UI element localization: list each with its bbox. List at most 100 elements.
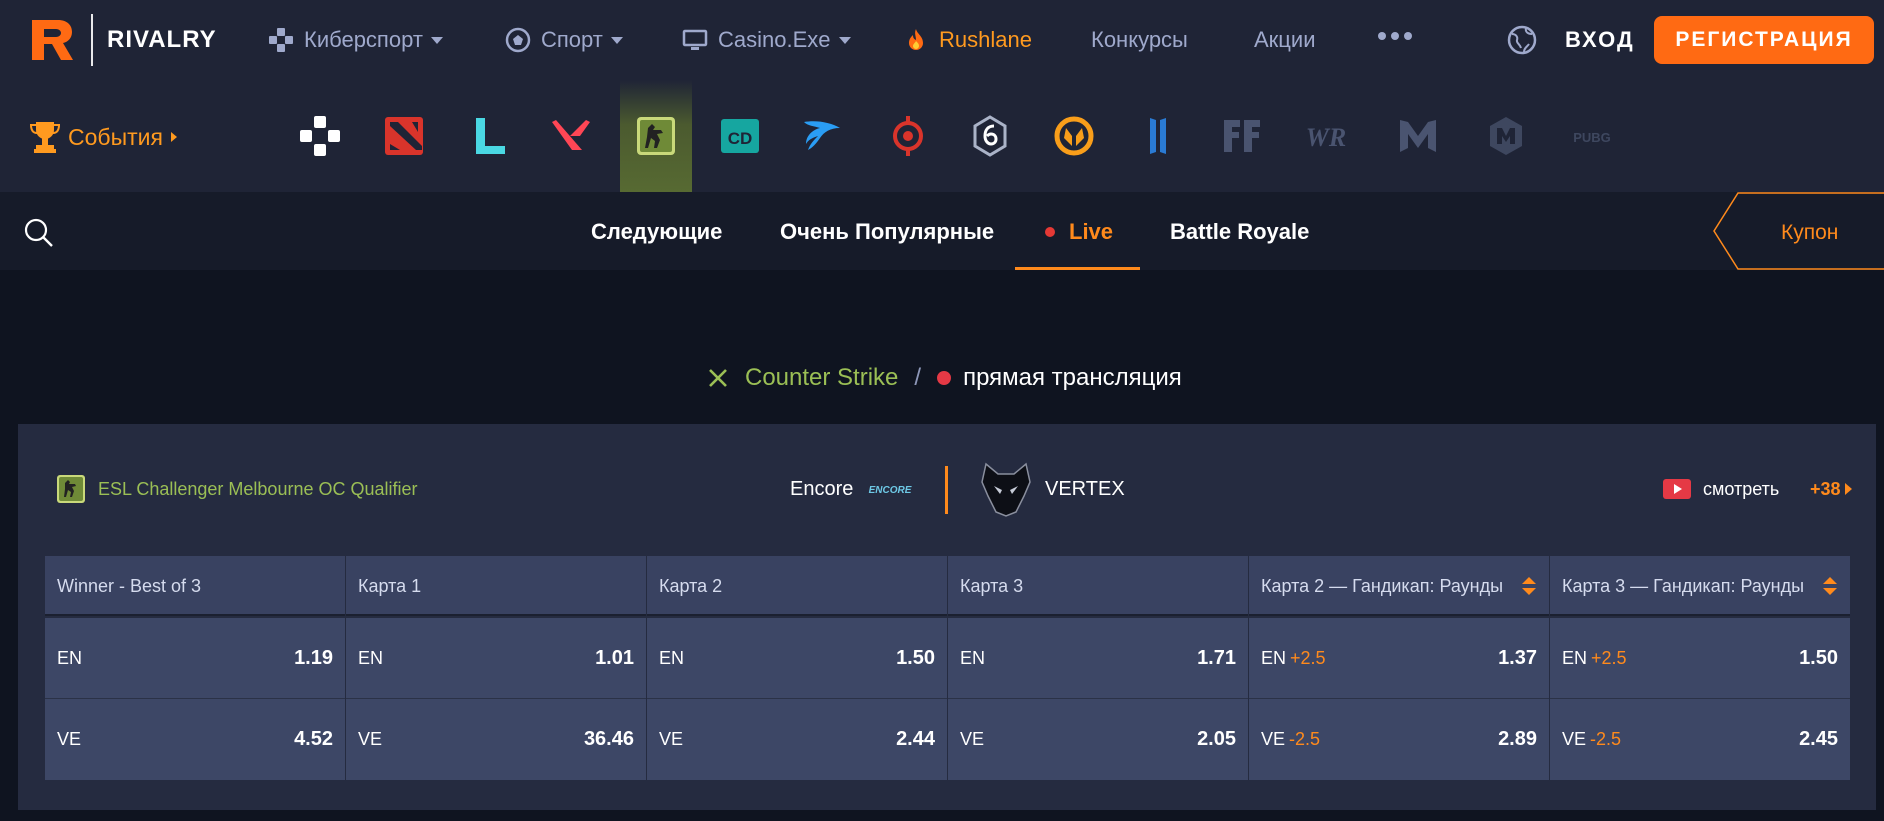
tab-next[interactable]: Следующие	[591, 218, 722, 246]
market-title: Карта 3 — Гандикап: Раунды	[1562, 576, 1805, 596]
tab-very-popular[interactable]: Очень Популярные	[780, 218, 994, 246]
game-king-of-glory[interactable]	[872, 80, 944, 192]
globe-icon[interactable]	[1506, 24, 1538, 56]
odds-value: 36.46	[583, 728, 634, 750]
active-tab-indicator	[1015, 267, 1140, 270]
events-menu[interactable]: События	[30, 120, 177, 154]
nav-sport-label: Спорт	[541, 27, 603, 52]
nav-rushlane[interactable]: Rushlane	[903, 26, 1032, 54]
encore-logo: ENCORE	[869, 485, 912, 496]
nav-rushlane-label: Rushlane	[939, 27, 1032, 52]
vertex-logo	[981, 462, 1031, 517]
game-rainbow-six[interactable]	[954, 80, 1026, 192]
live-dot-icon	[937, 371, 952, 385]
tab-live[interactable]: Live	[1045, 218, 1113, 246]
search-icon[interactable]	[24, 218, 54, 248]
tab-battle-royale[interactable]: Battle Royale	[1170, 218, 1309, 246]
odds-cell[interactable]: EN 1.50	[647, 618, 947, 699]
odds-cell[interactable]: VE -2.5 2.89	[1249, 699, 1549, 780]
odds-cell[interactable]: VE 2.44	[647, 699, 947, 780]
team2-name: VERTEX	[1045, 478, 1125, 500]
outcome-label: VE	[960, 729, 985, 749]
rocket-league-icon	[804, 121, 840, 150]
odds-value: 2.44	[896, 728, 935, 750]
sort-icon[interactable]	[1822, 576, 1838, 596]
more-markets-link[interactable]: +38	[1810, 478, 1852, 500]
game-call-of-duty[interactable]: CD	[704, 80, 776, 192]
odds-cell[interactable]: VE 4.52	[45, 699, 345, 780]
odds-cell[interactable]: EN 1.01	[346, 618, 646, 699]
game-free-fire[interactable]	[1206, 80, 1278, 192]
odds-cell[interactable]: VE -2.5 2.45	[1550, 699, 1850, 780]
watch-stream-button[interactable]: смотреть	[1663, 478, 1779, 500]
odds-cell[interactable]: EN 1.71	[948, 618, 1248, 699]
game-dota-2[interactable]	[368, 80, 440, 192]
odds-value: 4.52	[294, 728, 333, 750]
breadcrumb-sport[interactable]: Counter Strike	[745, 363, 898, 393]
close-icon[interactable]	[707, 367, 729, 389]
versus-divider	[945, 466, 948, 514]
logo-divider	[91, 14, 93, 66]
market-header: Карта 1	[346, 556, 646, 616]
nav-casino[interactable]: Casino.Exe	[682, 26, 851, 54]
outcome-label: VE	[57, 729, 82, 749]
nav-esports[interactable]: Киберспорт	[268, 26, 443, 54]
market-header: Карта 3 — Гандикап: Раунды	[1550, 556, 1850, 616]
game-mobile-legends[interactable]	[1382, 80, 1454, 192]
logo-text[interactable]: RIVALRY	[107, 26, 217, 54]
game-pubg[interactable]: PUBG	[1556, 80, 1628, 192]
rivalry-logo[interactable]	[28, 16, 76, 64]
league-link[interactable]: ESL Challenger Melbourne OC Qualifier	[56, 474, 418, 504]
chevron-right-icon	[170, 132, 177, 142]
outcome-label: EN +2.5	[1562, 648, 1627, 668]
register-button[interactable]: РЕГИСТРАЦИЯ	[1654, 16, 1874, 64]
nav-casino-label: Casino.Exe	[718, 27, 831, 52]
more-menu-icon[interactable]	[1378, 32, 1412, 40]
league-name: ESL Challenger Melbourne OC Qualifier	[98, 479, 418, 499]
sort-icon[interactable]	[1521, 576, 1537, 596]
more-markets-count: +38	[1810, 479, 1841, 499]
svg-text:WR: WR	[1306, 123, 1346, 152]
nav-contests[interactable]: Конкурсы	[1091, 26, 1188, 54]
market-column: Карта 3 — Гандикап: Раунды EN +2.5 1.50 V…	[1550, 556, 1850, 780]
overwatch-icon	[1054, 116, 1094, 156]
all-esports-icon	[300, 116, 340, 156]
market-title: Карта 3	[960, 576, 1024, 596]
odds-value: 1.37	[1498, 647, 1537, 669]
game-rocket-league[interactable]	[786, 80, 858, 192]
nav-promotions[interactable]: Акции	[1254, 26, 1315, 54]
nav-sport[interactable]: Спорт	[505, 26, 623, 54]
game-all-esports[interactable]	[284, 80, 356, 192]
odds-value: 1.19	[294, 647, 333, 669]
svg-text:PUBG: PUBG	[1573, 130, 1611, 145]
outcome-label: VE	[358, 729, 383, 749]
odds-cell[interactable]: EN 1.19	[45, 618, 345, 699]
odds-value: 2.89	[1498, 728, 1537, 750]
game-valorant[interactable]	[536, 80, 608, 192]
breadcrumb-separator: /	[914, 364, 922, 391]
game-league-of-legends[interactable]	[454, 80, 526, 192]
market-title: Карта 1	[358, 576, 422, 596]
handicap-value: +2.5	[1290, 648, 1326, 668]
odds-value: 1.50	[1799, 647, 1838, 669]
market-title: Карта 2	[659, 576, 723, 596]
market-title: Winner - Best of 3	[57, 576, 202, 596]
login-button[interactable]: ВХОД	[1565, 26, 1635, 54]
coupon-label[interactable]: Купон	[1781, 221, 1838, 245]
market-column: Карта 3 EN 1.71 VE 2.05	[948, 556, 1248, 780]
game-overwatch[interactable]	[1038, 80, 1110, 192]
odds-cell[interactable]: EN +2.5 1.37	[1249, 618, 1549, 699]
game-wild-rift[interactable]: WR	[1290, 80, 1362, 192]
odds-cell[interactable]: EN +2.5 1.50	[1550, 618, 1850, 699]
game-arena-of-valor[interactable]	[1470, 80, 1542, 192]
odds-value: 2.05	[1197, 728, 1236, 750]
odds-cell[interactable]: VE 36.46	[346, 699, 646, 780]
handicap-value: -2.5	[1289, 729, 1321, 749]
breadcrumb-status: прямая трансляция	[963, 364, 1182, 391]
game-starcraft[interactable]	[1122, 80, 1194, 192]
nav-promotions-label: Акции	[1254, 27, 1316, 52]
game-counter-strike[interactable]	[620, 80, 692, 192]
odds-cell[interactable]: VE 2.05	[948, 699, 1248, 780]
arena-of-valor-icon	[1490, 117, 1522, 155]
pubg-icon: PUBG	[1573, 130, 1611, 145]
